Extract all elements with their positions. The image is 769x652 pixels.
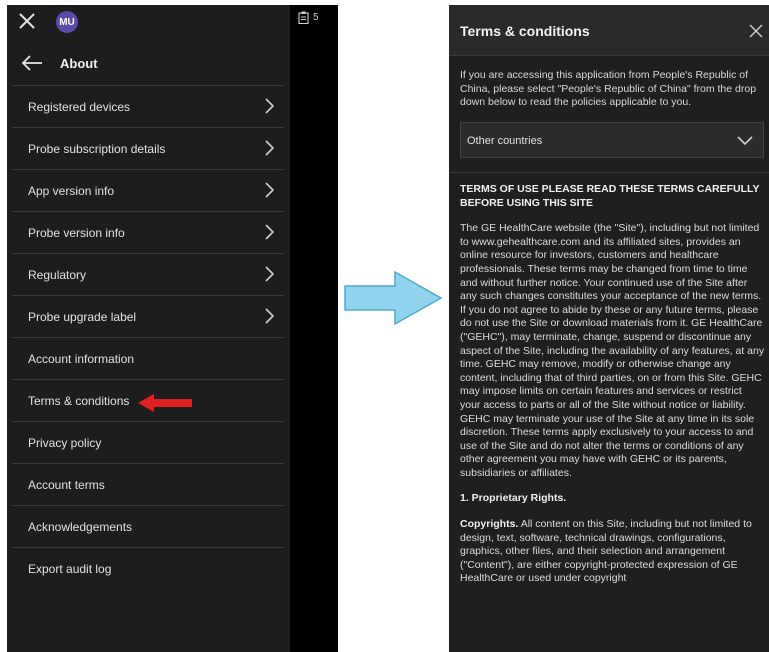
menu-item-label: Account information [28, 351, 135, 366]
transition-arrow-icon [344, 270, 443, 326]
menu-item-label: Export audit log [28, 561, 112, 576]
about-header: About [7, 45, 290, 85]
chevron-right-icon [265, 182, 274, 198]
menu-item-label: Acknowledgements [28, 519, 133, 534]
menu-item-probe-subscription-details[interactable]: Probe subscription details [12, 128, 284, 170]
copyrights-label: Copyrights. [460, 518, 519, 531]
menu-item-probe-upgrade-label[interactable]: Probe upgrade label [12, 296, 284, 338]
menu-item-label: Account terms [28, 477, 105, 492]
dialog-header: Terms & conditions [449, 5, 769, 56]
country-select[interactable]: Other countries [460, 122, 764, 158]
chevron-right-icon [265, 266, 274, 282]
select-value: Other countries [467, 135, 543, 147]
menu-item-label: Registered devices [28, 99, 131, 114]
clipboard-badge[interactable]: 5 [298, 10, 319, 24]
page-title: About [60, 56, 98, 71]
menu-item-acknowledgements[interactable]: Acknowledgements [12, 506, 284, 548]
menu-item-privacy-policy[interactable]: Privacy policy [12, 422, 284, 464]
divider [449, 172, 769, 173]
side-strip: 5 [290, 5, 338, 652]
terms-paragraph: The GE HealthCare website (the "Site"), … [460, 222, 765, 479]
top-bar: MU [7, 5, 290, 41]
menu-item-registered-devices[interactable]: Registered devices [12, 85, 284, 128]
menu-item-account-information[interactable]: Account information [12, 338, 284, 380]
region-intro-text: If you are accessing this application fr… [460, 69, 757, 108]
terms-heading: TERMS OF USE PLEASE READ THESE TERMS CAR… [460, 183, 760, 209]
menu-item-app-version-info[interactable]: App version info [12, 170, 284, 212]
badge-count: 5 [313, 11, 319, 23]
menu-item-label: Probe version info [28, 225, 125, 240]
close-icon[interactable] [749, 24, 763, 38]
copyrights-paragraph: Copyrights. All content on this Site, in… [460, 518, 765, 586]
close-icon[interactable] [17, 11, 37, 31]
menu-item-account-terms[interactable]: Account terms [12, 464, 284, 506]
menu-item-regulatory[interactable]: Regulatory [12, 254, 284, 296]
back-arrow-icon[interactable] [21, 55, 43, 71]
chevron-right-icon [265, 224, 274, 240]
terms-dialog: Terms & conditions If you are accessing … [449, 5, 769, 652]
terms-body: TERMS OF USE PLEASE READ THESE TERMS CAR… [460, 183, 765, 598]
avatar[interactable]: MU [56, 11, 78, 33]
about-panel: MU About Registered devices Probe subscr… [7, 5, 290, 652]
dialog-title: Terms & conditions [460, 23, 590, 39]
menu-item-label: Probe upgrade label [28, 309, 137, 324]
chevron-right-icon [265, 98, 274, 114]
menu-item-export-audit-log[interactable]: Export audit log [12, 548, 284, 589]
menu-item-label: Privacy policy [28, 435, 102, 450]
red-callout-arrow-icon [138, 394, 192, 412]
menu-item-label: Terms & conditions [28, 393, 130, 408]
menu-item-label: Probe subscription details [28, 141, 166, 156]
menu-item-label: Regulatory [28, 267, 87, 282]
chevron-down-icon [737, 136, 753, 146]
chevron-right-icon [265, 308, 274, 324]
section-title: 1. Proprietary Rights. [460, 492, 567, 505]
about-menu: Registered devices Probe subscription de… [12, 85, 284, 589]
menu-item-label: App version info [28, 183, 115, 198]
menu-item-probe-version-info[interactable]: Probe version info [12, 212, 284, 254]
clipboard-icon [298, 11, 309, 24]
chevron-right-icon [265, 140, 274, 156]
